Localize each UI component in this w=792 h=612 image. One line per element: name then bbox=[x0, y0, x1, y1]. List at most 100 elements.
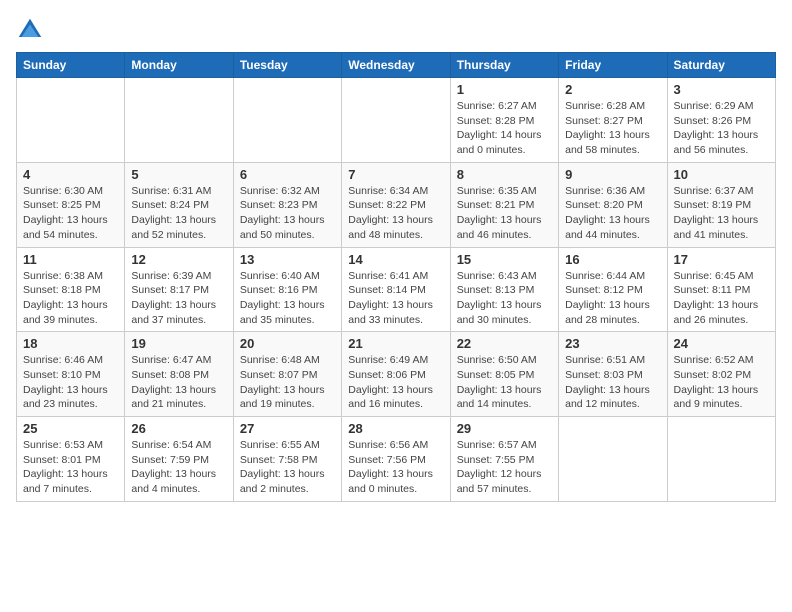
calendar-cell: 5Sunrise: 6:31 AM Sunset: 8:24 PM Daylig… bbox=[125, 162, 233, 247]
calendar-cell bbox=[233, 78, 341, 163]
calendar-cell bbox=[17, 78, 125, 163]
calendar-week-1: 1 Sunrise: 6:27 AM Sunset: 8:28 PM Daylig… bbox=[17, 78, 776, 163]
day-number: 26 bbox=[131, 421, 226, 436]
header-day-tuesday: Tuesday bbox=[233, 53, 341, 78]
page-header bbox=[16, 16, 776, 44]
header-day-saturday: Saturday bbox=[667, 53, 775, 78]
calendar-cell: 28 Sunrise: 6:56 AM Sunset: 7:56 PM Dayli… bbox=[342, 417, 450, 502]
calendar-cell: 24 Sunrise: 6:52 AM Sunset: 8:02 PM Dayli… bbox=[667, 332, 775, 417]
day-number: 20 bbox=[240, 336, 335, 351]
calendar-cell: 10 Sunrise: 6:37 AM Sunset: 8:19 PM Dayli… bbox=[667, 162, 775, 247]
calendar-cell: 25 Sunrise: 6:53 AM Sunset: 8:01 PM Dayli… bbox=[17, 417, 125, 502]
header-day-wednesday: Wednesday bbox=[342, 53, 450, 78]
day-number: 14 bbox=[348, 252, 443, 267]
day-info: Sunrise: 6:57 AM Sunset: 7:55 PM Dayligh… bbox=[457, 438, 552, 497]
day-info: Sunrise: 6:43 AM Sunset: 8:13 PM Dayligh… bbox=[457, 269, 552, 328]
calendar-cell: 21 Sunrise: 6:49 AM Sunset: 8:06 PM Dayli… bbox=[342, 332, 450, 417]
calendar-cell: 9 Sunrise: 6:36 AM Sunset: 8:20 PM Daylig… bbox=[559, 162, 667, 247]
day-number: 19 bbox=[131, 336, 226, 351]
day-info: Sunrise: 6:37 AM Sunset: 8:19 PM Dayligh… bbox=[674, 184, 769, 243]
day-info: Sunrise: 6:47 AM Sunset: 8:08 PM Dayligh… bbox=[131, 353, 226, 412]
calendar-cell: 26Sunrise: 6:54 AM Sunset: 7:59 PM Dayli… bbox=[125, 417, 233, 502]
day-number: 23 bbox=[565, 336, 660, 351]
calendar-cell: 16Sunrise: 6:44 AM Sunset: 8:12 PM Dayli… bbox=[559, 247, 667, 332]
day-info: Sunrise: 6:56 AM Sunset: 7:56 PM Dayligh… bbox=[348, 438, 443, 497]
header-row: SundayMondayTuesdayWednesdayThursdayFrid… bbox=[17, 53, 776, 78]
day-info: Sunrise: 6:32 AM Sunset: 8:23 PM Dayligh… bbox=[240, 184, 335, 243]
calendar-week-5: 25 Sunrise: 6:53 AM Sunset: 8:01 PM Dayli… bbox=[17, 417, 776, 502]
day-info: Sunrise: 6:38 AM Sunset: 8:18 PM Dayligh… bbox=[23, 269, 118, 328]
day-info: Sunrise: 6:46 AM Sunset: 8:10 PM Dayligh… bbox=[23, 353, 118, 412]
day-info: Sunrise: 6:45 AM Sunset: 8:11 PM Dayligh… bbox=[674, 269, 769, 328]
day-number: 10 bbox=[674, 167, 769, 182]
calendar-cell: 23Sunrise: 6:51 AM Sunset: 8:03 PM Dayli… bbox=[559, 332, 667, 417]
calendar-week-2: 4Sunrise: 6:30 AM Sunset: 8:25 PM Daylig… bbox=[17, 162, 776, 247]
calendar-cell: 13 Sunrise: 6:40 AM Sunset: 8:16 PM Dayli… bbox=[233, 247, 341, 332]
day-info: Sunrise: 6:49 AM Sunset: 8:06 PM Dayligh… bbox=[348, 353, 443, 412]
logo bbox=[16, 16, 48, 44]
calendar-cell: 12 Sunrise: 6:39 AM Sunset: 8:17 PM Dayli… bbox=[125, 247, 233, 332]
day-info: Sunrise: 6:30 AM Sunset: 8:25 PM Dayligh… bbox=[23, 184, 118, 243]
day-number: 27 bbox=[240, 421, 335, 436]
calendar-cell: 8 Sunrise: 6:35 AM Sunset: 8:21 PM Daylig… bbox=[450, 162, 558, 247]
calendar-week-3: 11 Sunrise: 6:38 AM Sunset: 8:18 PM Dayli… bbox=[17, 247, 776, 332]
day-info: Sunrise: 6:55 AM Sunset: 7:58 PM Dayligh… bbox=[240, 438, 335, 497]
day-number: 22 bbox=[457, 336, 552, 351]
day-number: 11 bbox=[23, 252, 118, 267]
day-number: 3 bbox=[674, 82, 769, 97]
header-day-thursday: Thursday bbox=[450, 53, 558, 78]
calendar-cell: 17 Sunrise: 6:45 AM Sunset: 8:11 PM Dayli… bbox=[667, 247, 775, 332]
day-number: 25 bbox=[23, 421, 118, 436]
day-number: 15 bbox=[457, 252, 552, 267]
header-day-sunday: Sunday bbox=[17, 53, 125, 78]
calendar-cell: 15 Sunrise: 6:43 AM Sunset: 8:13 PM Dayli… bbox=[450, 247, 558, 332]
day-info: Sunrise: 6:34 AM Sunset: 8:22 PM Dayligh… bbox=[348, 184, 443, 243]
day-number: 24 bbox=[674, 336, 769, 351]
day-info: Sunrise: 6:44 AM Sunset: 8:12 PM Dayligh… bbox=[565, 269, 660, 328]
day-info: Sunrise: 6:40 AM Sunset: 8:16 PM Dayligh… bbox=[240, 269, 335, 328]
day-number: 12 bbox=[131, 252, 226, 267]
day-number: 1 bbox=[457, 82, 552, 97]
calendar-cell: 3 Sunrise: 6:29 AM Sunset: 8:26 PM Daylig… bbox=[667, 78, 775, 163]
day-info: Sunrise: 6:53 AM Sunset: 8:01 PM Dayligh… bbox=[23, 438, 118, 497]
calendar-body: 1 Sunrise: 6:27 AM Sunset: 8:28 PM Daylig… bbox=[17, 78, 776, 502]
calendar-cell: 1 Sunrise: 6:27 AM Sunset: 8:28 PM Daylig… bbox=[450, 78, 558, 163]
calendar-week-4: 18 Sunrise: 6:46 AM Sunset: 8:10 PM Dayli… bbox=[17, 332, 776, 417]
calendar-cell: 19 Sunrise: 6:47 AM Sunset: 8:08 PM Dayli… bbox=[125, 332, 233, 417]
calendar-cell: 27 Sunrise: 6:55 AM Sunset: 7:58 PM Dayli… bbox=[233, 417, 341, 502]
day-number: 29 bbox=[457, 421, 552, 436]
day-info: Sunrise: 6:39 AM Sunset: 8:17 PM Dayligh… bbox=[131, 269, 226, 328]
day-number: 2 bbox=[565, 82, 660, 97]
day-info: Sunrise: 6:31 AM Sunset: 8:24 PM Dayligh… bbox=[131, 184, 226, 243]
calendar-cell: 11 Sunrise: 6:38 AM Sunset: 8:18 PM Dayli… bbox=[17, 247, 125, 332]
day-number: 8 bbox=[457, 167, 552, 182]
day-info: Sunrise: 6:35 AM Sunset: 8:21 PM Dayligh… bbox=[457, 184, 552, 243]
header-day-friday: Friday bbox=[559, 53, 667, 78]
day-info: Sunrise: 6:36 AM Sunset: 8:20 PM Dayligh… bbox=[565, 184, 660, 243]
day-info: Sunrise: 6:27 AM Sunset: 8:28 PM Dayligh… bbox=[457, 99, 552, 158]
day-info: Sunrise: 6:52 AM Sunset: 8:02 PM Dayligh… bbox=[674, 353, 769, 412]
day-info: Sunrise: 6:48 AM Sunset: 8:07 PM Dayligh… bbox=[240, 353, 335, 412]
calendar-table: SundayMondayTuesdayWednesdayThursdayFrid… bbox=[16, 52, 776, 502]
day-number: 7 bbox=[348, 167, 443, 182]
day-number: 9 bbox=[565, 167, 660, 182]
calendar-cell: 29 Sunrise: 6:57 AM Sunset: 7:55 PM Dayli… bbox=[450, 417, 558, 502]
header-day-monday: Monday bbox=[125, 53, 233, 78]
day-number: 6 bbox=[240, 167, 335, 182]
day-info: Sunrise: 6:28 AM Sunset: 8:27 PM Dayligh… bbox=[565, 99, 660, 158]
day-number: 18 bbox=[23, 336, 118, 351]
day-number: 21 bbox=[348, 336, 443, 351]
day-number: 28 bbox=[348, 421, 443, 436]
day-number: 17 bbox=[674, 252, 769, 267]
calendar-cell bbox=[342, 78, 450, 163]
day-info: Sunrise: 6:50 AM Sunset: 8:05 PM Dayligh… bbox=[457, 353, 552, 412]
calendar-cell: 6 Sunrise: 6:32 AM Sunset: 8:23 PM Daylig… bbox=[233, 162, 341, 247]
calendar-cell: 20 Sunrise: 6:48 AM Sunset: 8:07 PM Dayli… bbox=[233, 332, 341, 417]
calendar-cell: 2 Sunrise: 6:28 AM Sunset: 8:27 PM Daylig… bbox=[559, 78, 667, 163]
logo-icon bbox=[16, 16, 44, 44]
calendar-cell bbox=[559, 417, 667, 502]
day-info: Sunrise: 6:29 AM Sunset: 8:26 PM Dayligh… bbox=[674, 99, 769, 158]
day-number: 13 bbox=[240, 252, 335, 267]
calendar-cell: 18 Sunrise: 6:46 AM Sunset: 8:10 PM Dayli… bbox=[17, 332, 125, 417]
calendar-cell: 14Sunrise: 6:41 AM Sunset: 8:14 PM Dayli… bbox=[342, 247, 450, 332]
